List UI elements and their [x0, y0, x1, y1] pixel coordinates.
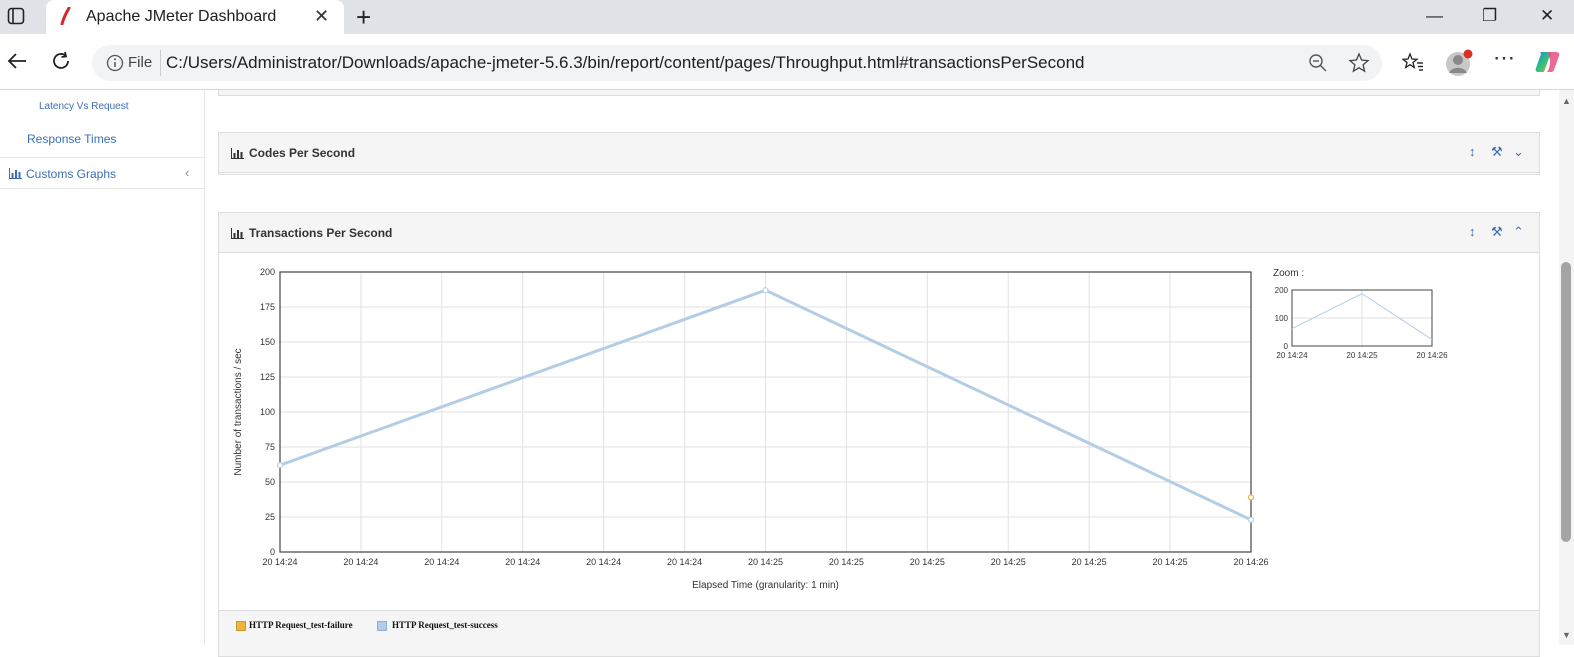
tps-line-chart: 0 25 50 75 100 125 150 175 200 20 14:24 20 14:24 20…	[233, 267, 1269, 591]
scroll-down-arrow[interactable]: ▼	[1562, 630, 1571, 640]
y-tick-label: 150	[260, 337, 275, 347]
x-tick-label: 20 14:24	[262, 557, 297, 567]
sidebar: Latency Vs Request Response Times Custom…	[0, 90, 205, 645]
y-tick-label: 50	[265, 477, 275, 487]
x-tick-label: 20 14:25	[748, 557, 783, 567]
favorites-icon[interactable]	[1401, 51, 1424, 77]
settings-wrench-icon[interactable]: ⚒	[1491, 144, 1503, 160]
zoom-y-tick-label: 100	[1275, 314, 1289, 323]
jmeter-feather-icon	[60, 7, 71, 25]
browser-tab-bar: Apache JMeter Dashboard ✕ + — ❐ ✕	[0, 0, 1574, 34]
data-point-success	[1247, 516, 1255, 523]
sidebar-item-label: Customs Graphs	[26, 167, 117, 181]
file-label: File	[128, 54, 153, 71]
x-tick-label: 20 14:24	[586, 557, 621, 567]
previous-panel-footer	[218, 90, 1540, 96]
legend-swatch-success[interactable]	[377, 621, 387, 631]
zoom-y-tick-label: 0	[1284, 342, 1289, 351]
zoom-label: Zoom :	[1273, 268, 1305, 279]
page-scrollbar[interactable]: ▲ ▼	[1559, 90, 1574, 645]
data-point-success	[762, 287, 769, 294]
legend-swatch-failure[interactable]	[236, 621, 246, 631]
x-tick-label: 20 14:25	[991, 557, 1026, 567]
x-tick-label: 20 14:25	[1153, 557, 1188, 567]
zoom-overview-chart[interactable]: 0 100 200 20 14:24 20 14:25 20 14:26	[1259, 283, 1449, 383]
y-tick-label: 25	[265, 512, 275, 522]
y-tick-label: 125	[260, 372, 275, 382]
copilot-icon[interactable]	[1534, 48, 1562, 80]
sidebar-item-latency-vs-request[interactable]: Latency Vs Request	[39, 101, 129, 112]
panel-heading: Transactions Per Second ↕ ⚒ ⌃	[219, 213, 1539, 253]
tab-close-icon[interactable]: ✕	[314, 6, 329, 27]
y-tick-label: 200	[260, 267, 275, 277]
x-axis-title: Elapsed Time (granularity: 1 min)	[692, 580, 839, 591]
profile-avatar[interactable]	[1444, 48, 1474, 82]
x-tick-label: 20 14:24	[343, 557, 378, 567]
zoom-x-tick-label: 20 14:24	[1276, 351, 1308, 360]
zoom-y-tick-label: 200	[1275, 286, 1289, 295]
more-menu-icon[interactable]: ⋯	[1493, 47, 1515, 69]
resize-icon[interactable]: ↕	[1469, 224, 1476, 239]
refresh-icon[interactable]	[50, 50, 72, 76]
x-tick-label: 20 14:26	[1233, 557, 1268, 567]
scroll-up-arrow[interactable]: ▲	[1562, 96, 1571, 106]
tab-title: Apache JMeter Dashboard	[86, 8, 277, 25]
sidebar-item-response-times[interactable]: Response Times	[27, 132, 116, 146]
minimize-button[interactable]: —	[1426, 6, 1443, 26]
panel-title: Transactions Per Second	[249, 226, 393, 240]
y-axis-title: Number of transactions / sec	[233, 348, 244, 475]
y-tick-label: 0	[270, 547, 275, 557]
back-icon[interactable]	[6, 50, 28, 76]
panel-codes-per-second: Codes Per Second ↕ ⚒ ⌄	[218, 132, 1540, 175]
browser-toolbar: File C:/Users/Administrator/Downloads/ap…	[0, 34, 1574, 90]
zoom-out-icon[interactable]	[1308, 53, 1328, 78]
bar-chart-icon	[231, 148, 244, 159]
panel-title: Codes Per Second	[249, 146, 356, 160]
main-content: Codes Per Second ↕ ⚒ ⌄ Transactions Per …	[205, 90, 1559, 657]
x-tick-label: 20 14:24	[667, 557, 702, 567]
zoom-x-tick-label: 20 14:26	[1416, 351, 1448, 360]
legend-label-failure[interactable]: HTTP Request_test-failure	[249, 620, 353, 630]
y-tick-label: 100	[260, 407, 275, 417]
scrollbar-thumb[interactable]	[1561, 262, 1571, 542]
settings-wrench-icon[interactable]: ⚒	[1491, 224, 1503, 240]
x-tick-label: 20 14:24	[505, 557, 540, 567]
chevron-left-icon[interactable]: ‹	[185, 165, 189, 180]
site-info-button[interactable]: File	[100, 50, 162, 76]
x-tick-label: 20 14:25	[1072, 557, 1107, 567]
panel-transactions-per-second: Transactions Per Second ↕ ⚒ ⌃ 0 25 50 75 100…	[218, 212, 1540, 657]
url-text[interactable]: C:/Users/Administrator/Downloads/apache-…	[166, 53, 1084, 73]
browser-tab[interactable]: Apache JMeter Dashboard ✕	[46, 0, 344, 34]
new-tab-button[interactable]: +	[356, 2, 371, 33]
chevron-down-icon[interactable]: ⌄	[1513, 144, 1524, 160]
legend-label-success[interactable]: HTTP Request_test-success	[392, 620, 498, 630]
tab-actions-icon[interactable]	[7, 7, 25, 30]
data-point-failure	[1247, 494, 1255, 501]
y-tick-label: 75	[265, 442, 275, 452]
chevron-up-icon[interactable]: ⌃	[1513, 224, 1524, 240]
y-tick-label: 175	[260, 302, 275, 312]
resize-icon[interactable]: ↕	[1469, 144, 1476, 159]
sidebar-item-customs-graphs[interactable]: Customs Graphs ‹	[0, 157, 204, 189]
x-tick-label: 20 14:24	[424, 557, 459, 567]
address-bar[interactable]: File C:/Users/Administrator/Downloads/ap…	[92, 45, 1382, 81]
data-point-success	[276, 462, 284, 469]
bar-chart-icon	[231, 228, 244, 239]
x-tick-label: 20 14:25	[910, 557, 945, 567]
chart-icon	[9, 168, 22, 179]
window-close-button[interactable]: ✕	[1540, 6, 1554, 26]
info-icon	[106, 54, 124, 72]
x-tick-label: 20 14:25	[829, 557, 864, 567]
favorite-star-icon[interactable]	[1348, 52, 1370, 79]
panel-heading: Codes Per Second ↕ ⚒ ⌄	[219, 133, 1539, 173]
restore-button[interactable]: ❐	[1482, 6, 1497, 26]
chart-legend: HTTP Request_test-failure HTTP Request_t…	[219, 610, 1539, 656]
zoom-x-tick-label: 20 14:25	[1346, 351, 1378, 360]
